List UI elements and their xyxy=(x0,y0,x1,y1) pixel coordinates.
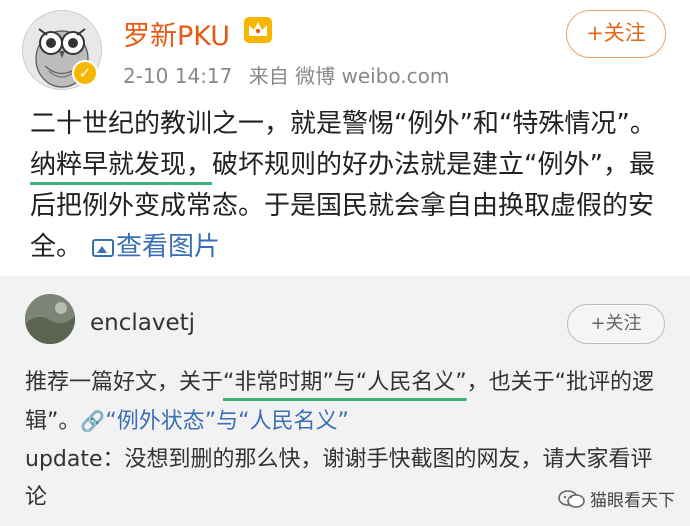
crown-icon xyxy=(244,17,272,43)
watermark: 猫眼看天下 xyxy=(558,486,675,511)
post-text-part1: 二十世纪的教训之一，就是警惕“例外”和“特殊情况”。 xyxy=(30,109,656,139)
repost-avatar[interactable] xyxy=(25,294,75,344)
weibo-post: ✓ 罗新PKU 2-10 14:17 来自 微博 weibo.com +关注 二… xyxy=(0,0,690,272)
repost-text-part1: 推荐一篇好文，关于 xyxy=(25,370,224,395)
watermark-text: 猫眼看天下 xyxy=(590,491,675,511)
article-link[interactable]: 🔗“例外状态”与“人民名义” xyxy=(80,409,349,434)
landscape-avatar-icon xyxy=(25,294,75,344)
repost-username[interactable]: enclavetj xyxy=(90,310,195,336)
view-image-link[interactable]: 查看图片 xyxy=(82,232,220,262)
post-time: 2-10 14:17 xyxy=(123,64,233,88)
link-icon: 🔗 xyxy=(80,409,106,433)
image-icon xyxy=(92,239,115,257)
verified-badge-icon: ✓ xyxy=(72,60,98,86)
view-image-label: 查看图片 xyxy=(116,232,221,262)
article-link-text: “例外状态”与“人民名义” xyxy=(105,409,349,434)
post-username[interactable]: 罗新PKU xyxy=(123,14,230,53)
repost-follow-button[interactable]: +关注 xyxy=(567,304,665,344)
repost-text-underlined: “非常时期”与“人民名义” xyxy=(223,370,467,395)
post-text-underlined: 纳粹早就发现， xyxy=(30,150,213,180)
post-source[interactable]: 来自 微博 weibo.com xyxy=(249,64,450,88)
post-meta: 2-10 14:17 来自 微博 weibo.com xyxy=(123,60,459,89)
wechat-icon xyxy=(558,489,585,508)
follow-button[interactable]: +关注 xyxy=(566,10,666,58)
post-body: 二十世纪的教训之一，就是警惕“例外”和“特殊情况”。纳粹早就发现，破坏规则的好办… xyxy=(30,104,670,268)
